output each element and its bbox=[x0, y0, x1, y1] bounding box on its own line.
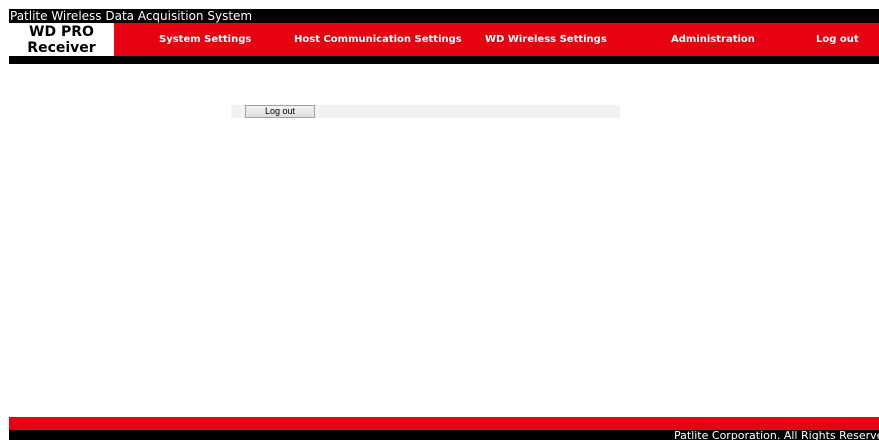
window-title: Patlite Wireless Data Acquisition System bbox=[10, 9, 253, 23]
nav-administration[interactable]: Administration bbox=[671, 23, 755, 56]
footer-red-bar bbox=[9, 417, 879, 430]
log-out-button[interactable]: Log out bbox=[245, 105, 315, 118]
nav-host-communication-settings[interactable]: Host Communication Settings bbox=[294, 23, 462, 56]
window-title-bar: Patlite Wireless Data Acquisition System bbox=[9, 9, 879, 23]
product-name-line2: Receiver bbox=[27, 40, 96, 56]
header-divider bbox=[9, 56, 879, 64]
nav-wd-wireless-settings[interactable]: WD Wireless Settings bbox=[485, 23, 607, 56]
app-frame: Patlite Wireless Data Acquisition System… bbox=[9, 9, 879, 440]
nav-system-settings[interactable]: System Settings bbox=[159, 23, 251, 56]
footer-copyright: Patlite Corporation. All Rights Reserved… bbox=[674, 430, 879, 440]
logout-panel: Log out bbox=[231, 105, 620, 118]
nav-log-out[interactable]: Log out bbox=[816, 23, 859, 56]
product-name-box: WD PRO Receiver bbox=[9, 23, 114, 56]
product-name-line1: WD PRO bbox=[29, 24, 94, 40]
main-nav-bar: WD PRO Receiver System Settings Host Com… bbox=[9, 23, 879, 56]
footer-bar: Patlite Corporation. All Rights Reserved… bbox=[9, 430, 879, 440]
